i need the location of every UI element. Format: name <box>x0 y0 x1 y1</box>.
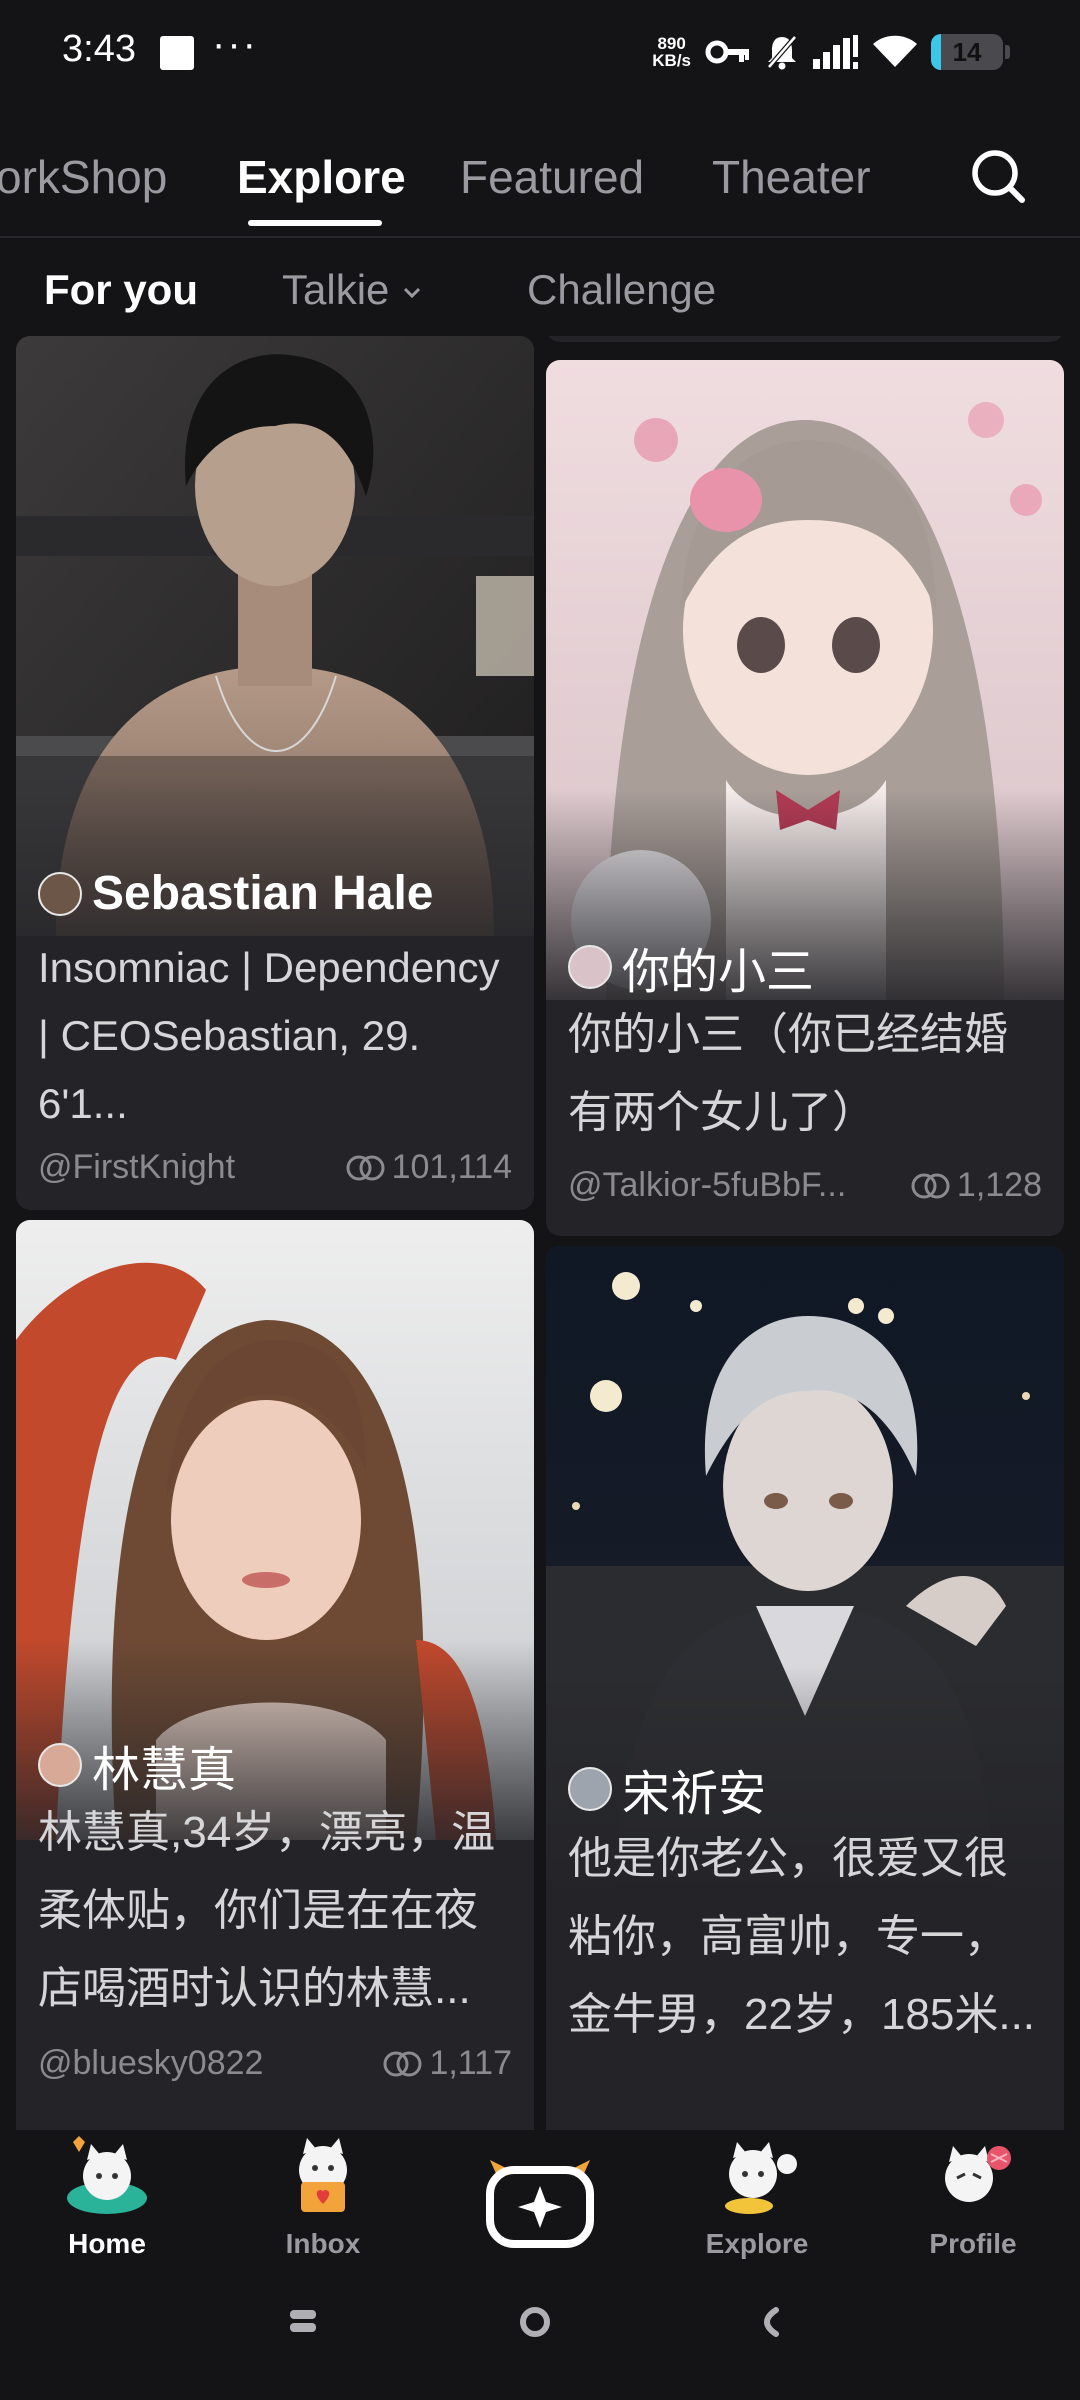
sub-tabs: For you Talkie Challenge <box>0 262 1080 332</box>
status-icons: 890 KB/s 14 <box>652 28 1010 76</box>
tab-explore[interactable]: Explore <box>237 150 406 204</box>
inbox-cat-icon <box>299 2138 347 2212</box>
signal-icon <box>813 35 858 69</box>
nav-profile-label: Profile <box>929 2228 1017 2259</box>
character-card[interactable]: 宋祈安 他是你老公，很爱又很粘你，高富帅，专一，金牛男，22岁，185米... <box>546 1246 1064 2130</box>
avatar <box>568 1767 612 1811</box>
bottom-nav: Home Inbox Explore Profile <box>0 2130 1080 2260</box>
subtab-talkie-label: Talkie <box>282 266 390 313</box>
card-footer: @Talkior-5fuBbF... 1,128 <box>568 1166 1042 1205</box>
nav-home-label: Home <box>68 2228 146 2259</box>
nav-inbox[interactable]: Inbox <box>248 2134 398 2260</box>
character-card[interactable]: 你的小三 你的小三（你已经结婚有两个女儿了） @Talkior-5fuBbF..… <box>546 360 1064 1236</box>
character-description: 你的小三（你已经结婚有两个女儿了） <box>568 1010 1008 1137</box>
chevron-down-icon <box>404 287 421 299</box>
card-partial-right[interactable] <box>546 336 1064 342</box>
character-name: Sebastian Hale <box>38 866 433 921</box>
notification-square-icon <box>160 36 194 70</box>
author-handle[interactable]: @Talkior-5fuBbF... <box>568 1166 846 1205</box>
battery-percent: 14 <box>952 36 982 67</box>
nav-inbox-label: Inbox <box>285 2228 361 2259</box>
battery-tip <box>1005 45 1010 59</box>
character-description: 林慧真,34岁，漂亮，温柔体贴，你们是在在夜店喝酒时认识的林慧... <box>38 1808 496 2013</box>
character-card[interactable]: Sebastian Hale Insomniac | Dependency | … <box>16 336 534 1210</box>
character-description: Insomniac | Dependency | CEOSebastian, 2… <box>38 944 500 1127</box>
search-icon[interactable] <box>968 146 1028 206</box>
nav-explore[interactable]: Explore <box>682 2134 832 2260</box>
author-handle[interactable]: @FirstKnight <box>38 1148 235 1187</box>
card-footer: @FirstKnight 101,114 <box>38 1148 512 1187</box>
character-name: 你的小三 <box>568 932 814 1002</box>
top-tabs: orkShop Explore Featured Theater <box>0 140 1080 240</box>
nav-explore-label: Explore <box>705 2228 809 2259</box>
explore-cat-icon <box>725 2142 797 2214</box>
home-cat-icon <box>67 2136 147 2214</box>
nav-profile[interactable]: Profile <box>898 2134 1048 2260</box>
tabs-divider <box>0 236 1080 238</box>
nav-home[interactable]: Home <box>32 2134 182 2260</box>
silent-bell-icon <box>767 35 797 70</box>
chat-bubbles-icon <box>911 1173 950 1198</box>
avatar <box>38 1743 82 1787</box>
chat-bubbles-icon <box>383 2051 422 2076</box>
author-handle[interactable]: @bluesky0822 <box>38 2044 263 2083</box>
chat-bubbles-icon <box>346 1155 385 1180</box>
card-footer: @bluesky0822 1,117 <box>38 2044 512 2083</box>
tab-workshop[interactable]: orkShop <box>0 150 167 204</box>
chat-count: 101,114 <box>346 1148 512 1187</box>
more-notifications-icon: ··· <box>212 22 258 66</box>
subtab-challenge[interactable]: Challenge <box>527 266 716 314</box>
back-icon[interactable] <box>758 2306 782 2338</box>
avatar <box>38 871 82 916</box>
active-tab-indicator <box>248 220 382 226</box>
character-name: 宋祈安 <box>568 1754 766 1824</box>
network-speed: 890 KB/s <box>652 34 691 70</box>
character-card[interactable]: 林慧真 林慧真,34岁，漂亮，温柔体贴，你们是在在夜店喝酒时认识的林慧... @… <box>16 1220 534 2130</box>
profile-cat-icon <box>945 2146 1011 2202</box>
chat-count: 1,117 <box>383 2044 512 2083</box>
character-name: 林慧真 <box>38 1730 236 1800</box>
battery-icon: 14 <box>931 34 1003 70</box>
home-circle-icon[interactable] <box>519 2306 551 2338</box>
system-nav-bar <box>0 2270 1080 2400</box>
avatar <box>568 945 612 989</box>
subtab-talkie[interactable]: Talkie <box>282 266 423 314</box>
subtab-for-you[interactable]: For you <box>44 266 198 314</box>
character-description: 他是你老公，很爱又很粘你，高富帅，专一，金牛男，22岁，185米... <box>568 1834 1036 2039</box>
battery-level <box>931 34 942 70</box>
status-time: 3:43 <box>62 28 136 70</box>
recents-icon[interactable] <box>288 2306 318 2336</box>
status-bar: 3:43 ··· 890 KB/s 14 <box>0 0 1080 100</box>
tab-theater[interactable]: Theater <box>712 150 871 204</box>
tab-featured[interactable]: Featured <box>460 150 644 204</box>
chat-count: 1,128 <box>911 1166 1042 1205</box>
create-button[interactable] <box>484 2160 596 2248</box>
explore-feed[interactable]: Sebastian Hale Insomniac | Dependency | … <box>0 336 1080 2130</box>
wifi-icon <box>873 35 917 67</box>
key-icon <box>705 40 749 64</box>
